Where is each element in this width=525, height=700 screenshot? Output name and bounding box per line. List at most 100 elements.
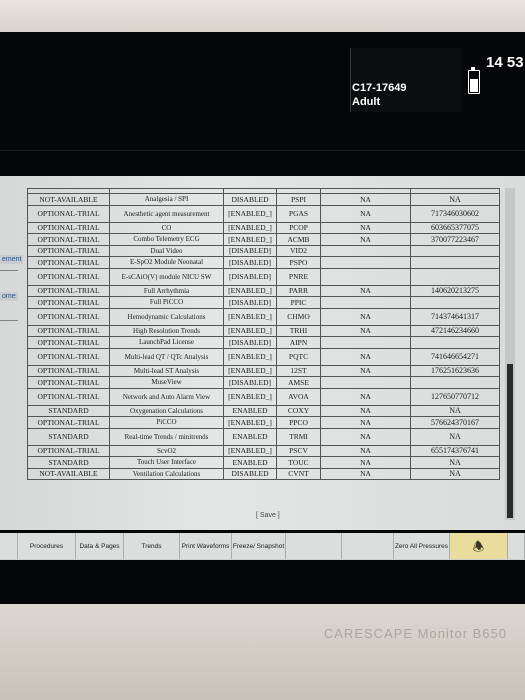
license-status: OPTIONAL-TRIAL <box>27 336 110 349</box>
license-code: PPCO <box>276 416 321 429</box>
license-state: [DISABLED] <box>223 244 277 257</box>
zero-all-pressures-button[interactable]: Zero All Pressures <box>394 533 450 559</box>
table-row[interactable]: OPTIONAL-TRIAL E-sCAiO(V) module NICU SW[… <box>27 267 500 286</box>
limit-value: NA <box>320 404 411 417</box>
license-state: [ENABLED_] <box>223 416 277 429</box>
table-row[interactable]: OPTIONAL-TRIAL Full Arrhythmia [ENABLED_] P… <box>27 284 500 297</box>
license-status: OPTIONAL-TRIAL <box>27 221 110 234</box>
side-tab-measurement[interactable]: ement <box>0 255 24 264</box>
limit-value <box>320 336 411 349</box>
menu-blank-button[interactable] <box>286 533 342 559</box>
table-row[interactable]: OPTIONAL-TRIAL Anesthetic agent measureme… <box>27 204 500 223</box>
table-row[interactable]: OPTIONAL-TRIAL LaunchPad License [DISABLED… <box>27 336 500 349</box>
alarm-silence-button[interactable]: 🕭 <box>450 533 508 559</box>
table-row[interactable]: OPTIONAL-TRIAL Full PiCCO [DISABLED] PPIC <box>27 296 500 309</box>
license-state: [ENABLED_] <box>223 364 277 377</box>
license-status: OPTIONAL-TRIAL <box>27 444 110 457</box>
feature-name: Oxygenation Calculations <box>109 404 224 417</box>
clock: 14 53 <box>486 54 524 71</box>
table-row[interactable]: NOT-AVAILABLE Ventilation Calculations DIS… <box>27 467 500 480</box>
table-row[interactable]: STANDARD Touch User Interface ENABLED TOUC N… <box>27 456 500 469</box>
table-row[interactable]: OPTIONAL-TRIAL MuseView [DISABLED] AMSE <box>27 376 500 389</box>
license-key: 717346030602 <box>410 204 500 223</box>
side-tab-home[interactable]: ome <box>0 292 18 301</box>
trends-button[interactable]: Trends <box>124 533 180 559</box>
license-state: [DISABLED] <box>223 336 277 349</box>
license-status: OPTIONAL-TRIAL <box>27 296 110 309</box>
license-code: VID2 <box>276 244 321 257</box>
table-row[interactable]: OPTIONAL-TRIAL High Resolution Trends [ENA… <box>27 324 500 337</box>
limit-value: NA <box>320 467 411 480</box>
limit-value: NA <box>320 204 411 223</box>
license-status: OPTIONAL-TRIAL <box>27 256 110 269</box>
license-state: ENABLED <box>223 456 277 469</box>
license-code: CHMO <box>276 307 321 326</box>
license-code: PSPI <box>276 193 321 206</box>
limit-value: NA <box>320 427 411 446</box>
procedures-button[interactable]: Procedures <box>18 533 76 559</box>
license-status: OPTIONAL-TRIAL <box>27 364 110 377</box>
limit-value: NA <box>320 324 411 337</box>
table-row[interactable]: NOT-AVAILABLE Analgesia / SPI DISABLED PSPI… <box>27 193 500 206</box>
table-row[interactable]: STANDARD Real-time Trends / minitrends ENA… <box>27 427 500 446</box>
feature-name: CO <box>109 221 224 234</box>
patient-category: Adult <box>352 96 381 108</box>
license-status: NOT-AVAILABLE <box>27 193 110 206</box>
license-code: COXY <box>276 404 321 417</box>
feature-name: Multi-lead ST Analysis <box>109 364 224 377</box>
license-key: NA <box>410 193 500 206</box>
license-key: 140620213275 <box>410 284 500 297</box>
feature-name: ScvO2 <box>109 444 224 457</box>
limit-value: NA <box>320 387 411 406</box>
table-row[interactable]: OPTIONAL-TRIAL Multi-lead QT / QTc Analys… <box>27 347 500 366</box>
feature-name: E-sCAiO(V) module NICU SW <box>109 267 224 286</box>
license-code: 12ST <box>276 364 321 377</box>
license-key: 741646654271 <box>410 347 500 366</box>
feature-name: Dual Video <box>109 244 224 257</box>
table-row[interactable]: STANDARD Oxygenation Calculations ENABLED C… <box>27 404 500 417</box>
limit-value: NA <box>320 307 411 326</box>
license-code: PARR <box>276 284 321 297</box>
limit-value <box>320 296 411 309</box>
license-state: ENABLED <box>223 404 277 417</box>
scrollbar-thumb[interactable] <box>507 364 513 518</box>
license-status: OPTIONAL-TRIAL <box>27 416 110 429</box>
battery-icon <box>468 67 480 94</box>
license-status: OPTIONAL-TRIAL <box>27 387 110 406</box>
license-key: NA <box>410 456 500 469</box>
menu-edge-button[interactable] <box>0 533 18 559</box>
feature-name: Full Arrhythmia <box>109 284 224 297</box>
limit-value: NA <box>320 221 411 234</box>
table-row[interactable]: OPTIONAL-TRIAL Combo Telemetry ECG [ENABLE… <box>27 233 500 246</box>
license-status: OPTIONAL-TRIAL <box>27 244 110 257</box>
license-status: OPTIONAL-TRIAL <box>27 284 110 297</box>
save-button[interactable]: [ Save ] <box>256 512 280 519</box>
license-key <box>410 244 500 257</box>
menu-blank-button[interactable] <box>342 533 394 559</box>
license-status: STANDARD <box>27 404 110 417</box>
license-state: [ENABLED_] <box>223 347 277 366</box>
license-key: 576624370167 <box>410 416 500 429</box>
license-code: PSCV <box>276 444 321 457</box>
license-state: [ENABLED_] <box>223 324 277 337</box>
table-row[interactable]: OPTIONAL-TRIAL Dual Video [DISABLED] VID2 <box>27 244 500 257</box>
feature-name: PiCCO <box>109 416 224 429</box>
data-pages-button[interactable]: Data & Pages <box>76 533 124 559</box>
monitor-bezel-top <box>0 0 525 32</box>
feature-name: Real-time Trends / minitrends <box>109 427 224 446</box>
table-row[interactable]: OPTIONAL-TRIAL CO [ENABLED_] PCOP NA 60366537… <box>27 221 500 234</box>
table-row[interactable]: OPTIONAL-TRIAL Hemodynamic Calculations [E… <box>27 307 500 326</box>
license-state: [ENABLED_] <box>223 284 277 297</box>
license-status: STANDARD <box>27 456 110 469</box>
freeze-snapshot-button[interactable]: Freeze/ Snapshot <box>232 533 286 559</box>
table-row[interactable]: OPTIONAL-TRIAL Network and Auto Alarm Vie… <box>27 387 500 406</box>
print-waveforms-button[interactable]: Print Waveforms <box>180 533 232 559</box>
table-row[interactable]: OPTIONAL-TRIAL Multi-lead ST Analysis [ENA… <box>27 364 500 377</box>
license-key: NA <box>410 427 500 446</box>
menu-edge-button[interactable] <box>508 533 525 559</box>
monitor-bezel-bottom <box>0 604 525 700</box>
table-row[interactable]: OPTIONAL-TRIAL PiCCO [ENABLED_] PPCO NA 57662… <box>27 416 500 429</box>
table-row[interactable]: OPTIONAL-TRIAL E-SpO2 Module Neonatal [DIS… <box>27 256 500 269</box>
feature-name: High Resolution Trends <box>109 324 224 337</box>
table-row[interactable]: OPTIONAL-TRIAL ScvO2 [ENABLED_] PSCV NA 65517… <box>27 444 500 457</box>
